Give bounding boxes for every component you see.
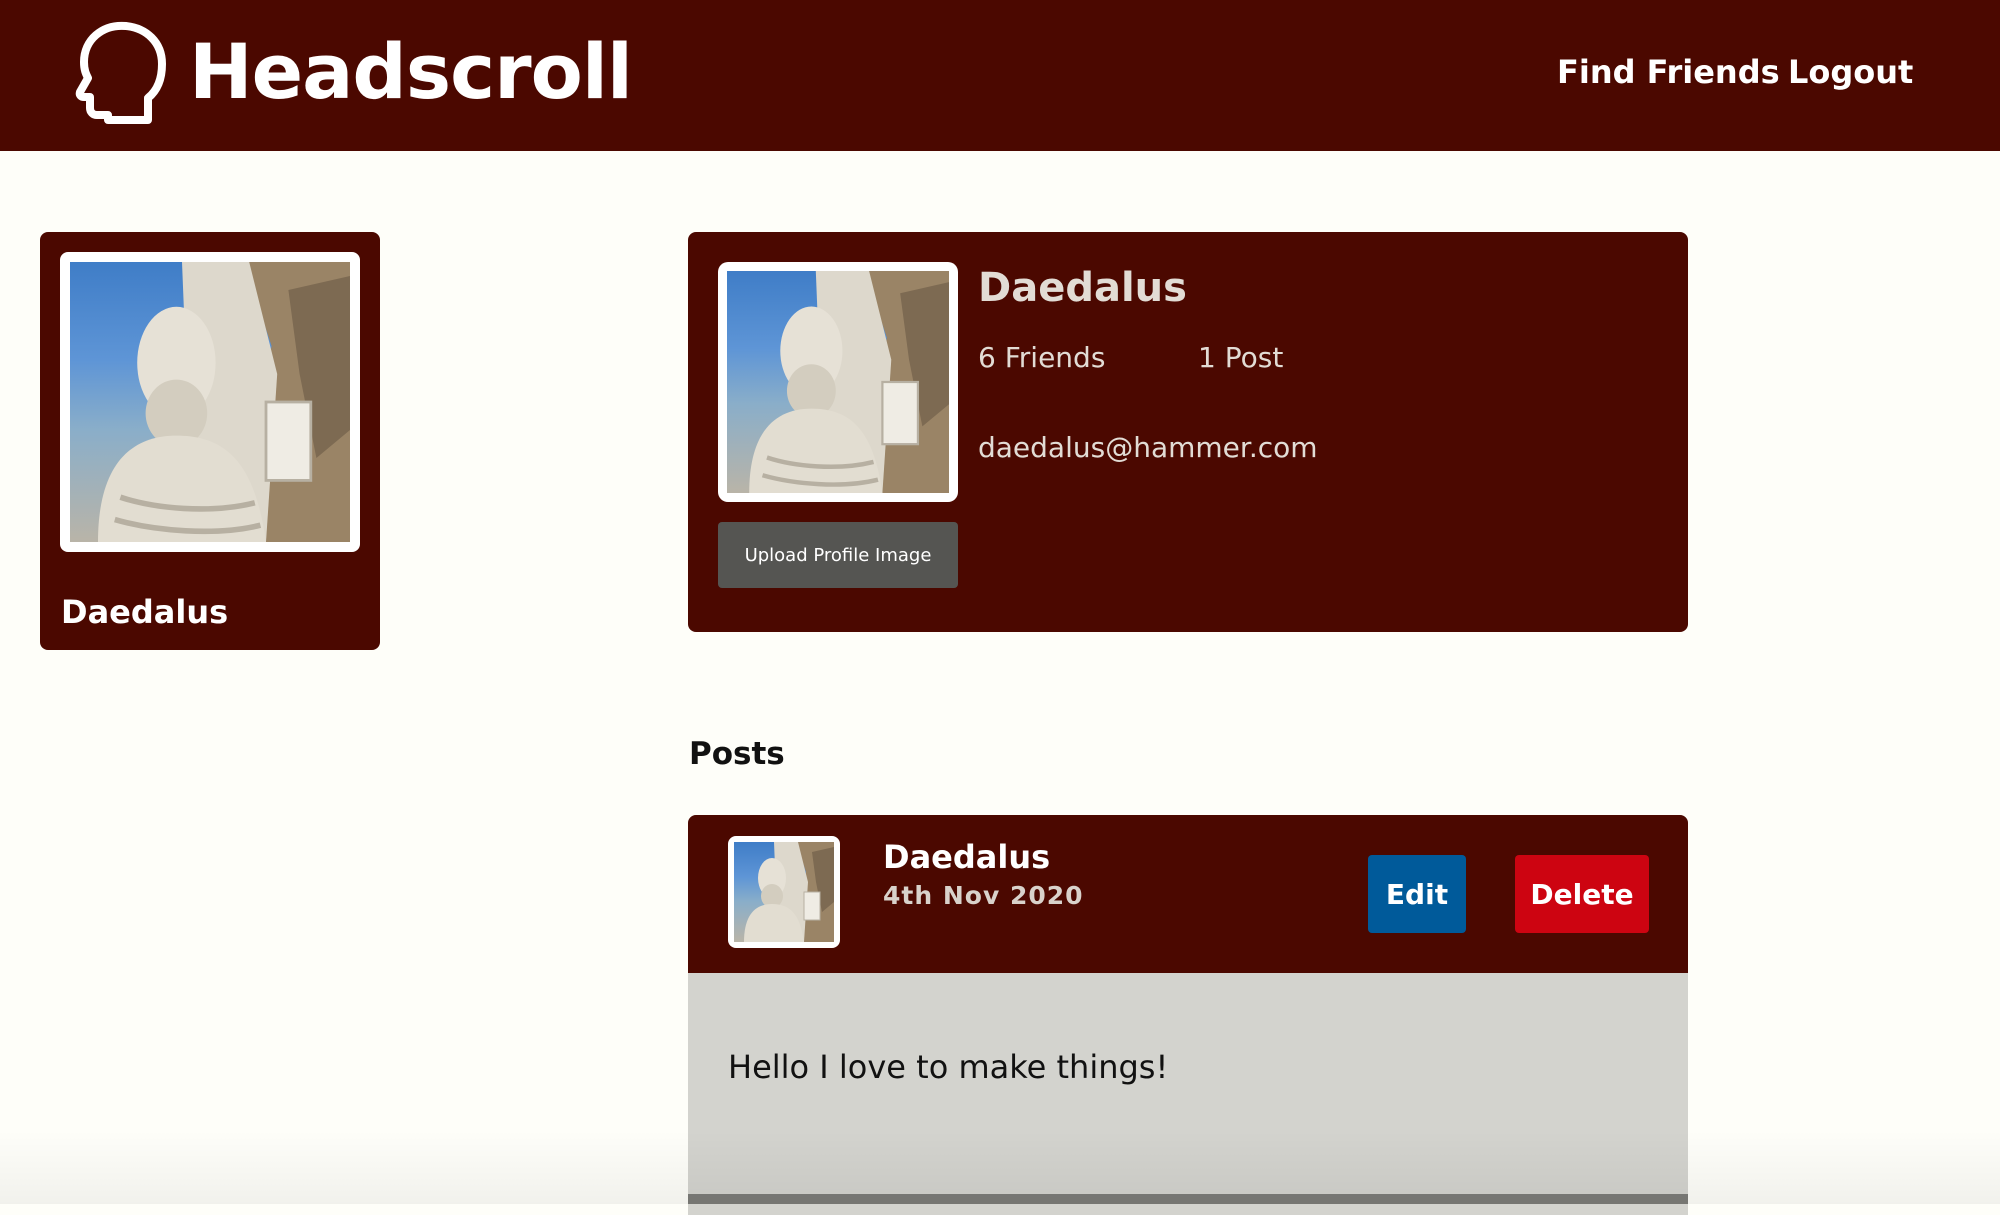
head-outline-icon — [75, 21, 166, 124]
profile-card: Upload Profile Image Daedalus 6 Friends … — [688, 232, 1688, 632]
post-footer-divider — [688, 1194, 1688, 1204]
sidebar-avatar[interactable] — [70, 262, 350, 542]
upload-profile-image-button[interactable]: Upload Profile Image — [718, 522, 958, 588]
post-card: Daedalus 4th Nov 2020 Edit Delete Hello … — [688, 815, 1688, 1215]
sidebar-avatar-frame — [60, 252, 360, 552]
statue-portrait-image — [744, 842, 834, 942]
post-body-text: Hello I love to make things! — [728, 1048, 1169, 1086]
post-date: 4th Nov 2020 — [883, 881, 1084, 910]
profile-avatar — [727, 271, 949, 493]
brand-logo[interactable] — [74, 20, 166, 124]
profile-avatar-frame — [718, 262, 958, 502]
profile-name: Daedalus — [978, 265, 1187, 311]
statue-portrait-image — [749, 271, 949, 493]
post-author-avatar[interactable] — [734, 842, 834, 942]
logout-link[interactable]: Logout — [1788, 48, 1913, 96]
sidebar-user-name[interactable]: Daedalus — [61, 590, 228, 634]
post-author-avatar-frame — [728, 836, 840, 948]
friends-count[interactable]: 6 Friends — [978, 338, 1105, 378]
top-navbar: Headscroll Find Friends Logout — [0, 0, 2000, 151]
profile-email: daedalus@hammer.com — [978, 431, 1318, 464]
post-header: Daedalus 4th Nov 2020 Edit Delete — [688, 815, 1688, 973]
sidebar-profile-card: Daedalus — [40, 232, 380, 650]
statue-portrait-image — [98, 262, 350, 542]
posts-heading: Posts — [689, 736, 785, 772]
post-author-name[interactable]: Daedalus — [883, 835, 1050, 879]
edit-post-button[interactable]: Edit — [1368, 855, 1466, 933]
brand-title[interactable]: Headscroll — [189, 22, 633, 122]
posts-count: 1 Post — [1198, 341, 1284, 374]
delete-post-button[interactable]: Delete — [1515, 855, 1649, 933]
find-friends-link[interactable]: Find Friends — [1557, 48, 1780, 96]
